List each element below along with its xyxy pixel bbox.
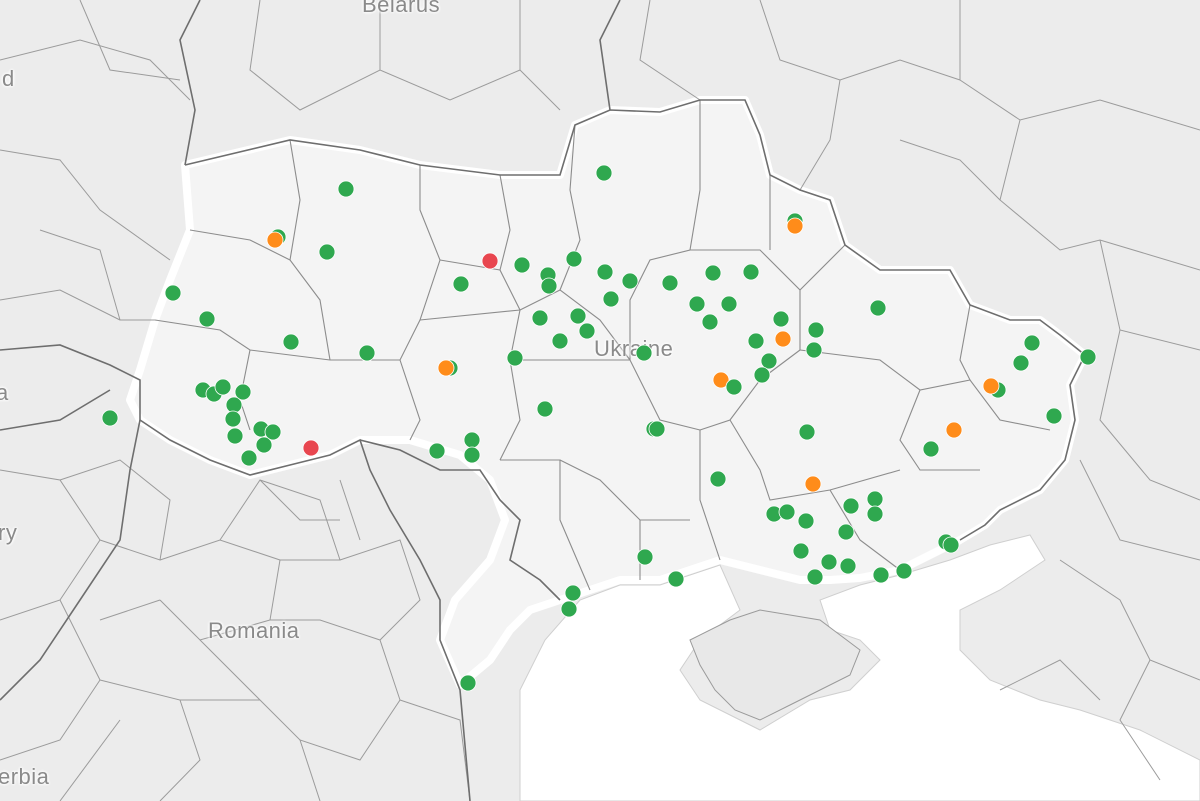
- map-marker-ok[interactable]: [596, 263, 614, 281]
- map-marker-warning[interactable]: [437, 359, 455, 377]
- map-marker-ok[interactable]: [709, 470, 727, 488]
- map-marker-ok[interactable]: [661, 274, 679, 292]
- map-marker-ok[interactable]: [595, 164, 613, 182]
- map-marker-ok[interactable]: [648, 420, 666, 438]
- map-marker-ok[interactable]: [922, 440, 940, 458]
- marker-layer: [101, 164, 1097, 692]
- map-marker-ok[interactable]: [805, 341, 823, 359]
- map-marker-ok[interactable]: [1079, 348, 1097, 366]
- map-marker-ok[interactable]: [688, 295, 706, 313]
- map-marker-ok[interactable]: [895, 562, 913, 580]
- map-marker-ok[interactable]: [866, 505, 884, 523]
- map-marker-ok[interactable]: [540, 277, 558, 295]
- map-marker-ok[interactable]: [578, 322, 596, 340]
- map-marker-ok[interactable]: [837, 523, 855, 541]
- map-marker-ok[interactable]: [842, 497, 860, 515]
- map-canvas[interactable]: Belarus Ukraine Romania erbia d ry a: [0, 0, 1200, 801]
- map-marker-ok[interactable]: [778, 503, 796, 521]
- map-marker-warning[interactable]: [945, 421, 963, 439]
- map-marker-ok[interactable]: [565, 250, 583, 268]
- map-marker-ok[interactable]: [255, 436, 273, 454]
- map-marker-ok[interactable]: [807, 321, 825, 339]
- map-marker-ok[interactable]: [760, 352, 778, 370]
- map-marker-ok[interactable]: [318, 243, 336, 261]
- map-marker-ok[interactable]: [820, 553, 838, 571]
- map-marker-critical[interactable]: [302, 439, 320, 457]
- map-marker-ok[interactable]: [551, 332, 569, 350]
- map-marker-warning[interactable]: [774, 330, 792, 348]
- map-marker-ok[interactable]: [747, 332, 765, 350]
- map-marker-ok[interactable]: [798, 423, 816, 441]
- map-marker-ok[interactable]: [452, 275, 470, 293]
- map-marker-ok[interactable]: [720, 295, 738, 313]
- map-marker-ok[interactable]: [506, 349, 524, 367]
- map-marker-ok[interactable]: [198, 310, 216, 328]
- map-marker-ok[interactable]: [337, 180, 355, 198]
- map-marker-ok[interactable]: [1012, 354, 1030, 372]
- map-marker-ok[interactable]: [560, 600, 578, 618]
- map-marker-ok[interactable]: [742, 263, 760, 281]
- map-marker-ok[interactable]: [866, 490, 884, 508]
- map-marker-ok[interactable]: [667, 570, 685, 588]
- map-marker-ok[interactable]: [806, 568, 824, 586]
- map-marker-ok[interactable]: [1023, 334, 1041, 352]
- map-marker-ok[interactable]: [1045, 407, 1063, 425]
- map-marker-ok[interactable]: [569, 307, 587, 325]
- map-marker-ok[interactable]: [240, 449, 258, 467]
- map-marker-ok[interactable]: [797, 512, 815, 530]
- map-marker-ok[interactable]: [621, 272, 639, 290]
- map-marker-ok[interactable]: [564, 584, 582, 602]
- map-marker-ok[interactable]: [531, 309, 549, 327]
- map-marker-ok[interactable]: [358, 344, 376, 362]
- map-marker-ok[interactable]: [225, 396, 243, 414]
- map-marker-ok[interactable]: [872, 566, 890, 584]
- map-marker-ok[interactable]: [792, 542, 810, 560]
- map-marker-ok[interactable]: [513, 256, 531, 274]
- map-marker-ok[interactable]: [164, 284, 182, 302]
- map-marker-ok[interactable]: [226, 427, 244, 445]
- map-marker-warning[interactable]: [266, 231, 284, 249]
- map-marker-ok[interactable]: [636, 548, 654, 566]
- map-marker-ok[interactable]: [725, 378, 743, 396]
- map-marker-ok[interactable]: [701, 313, 719, 331]
- map-marker-ok[interactable]: [753, 366, 771, 384]
- map-marker-ok[interactable]: [463, 446, 481, 464]
- map-marker-ok[interactable]: [772, 310, 790, 328]
- map-marker-critical[interactable]: [481, 252, 499, 270]
- map-marker-ok[interactable]: [224, 410, 242, 428]
- map-marker-ok[interactable]: [839, 557, 857, 575]
- map-marker-warning[interactable]: [786, 217, 804, 235]
- map-marker-ok[interactable]: [869, 299, 887, 317]
- map-marker-ok[interactable]: [602, 290, 620, 308]
- map-marker-ok[interactable]: [704, 264, 722, 282]
- map-marker-ok[interactable]: [942, 536, 960, 554]
- map-marker-ok[interactable]: [463, 431, 481, 449]
- map-marker-ok[interactable]: [459, 674, 477, 692]
- map-marker-warning[interactable]: [982, 377, 1000, 395]
- map-marker-ok[interactable]: [428, 442, 446, 460]
- map-marker-ok[interactable]: [214, 378, 232, 396]
- map-marker-warning[interactable]: [804, 475, 822, 493]
- map-marker-ok[interactable]: [101, 409, 119, 427]
- map-marker-ok[interactable]: [635, 344, 653, 362]
- map-marker-ok[interactable]: [536, 400, 554, 418]
- map-marker-ok[interactable]: [282, 333, 300, 351]
